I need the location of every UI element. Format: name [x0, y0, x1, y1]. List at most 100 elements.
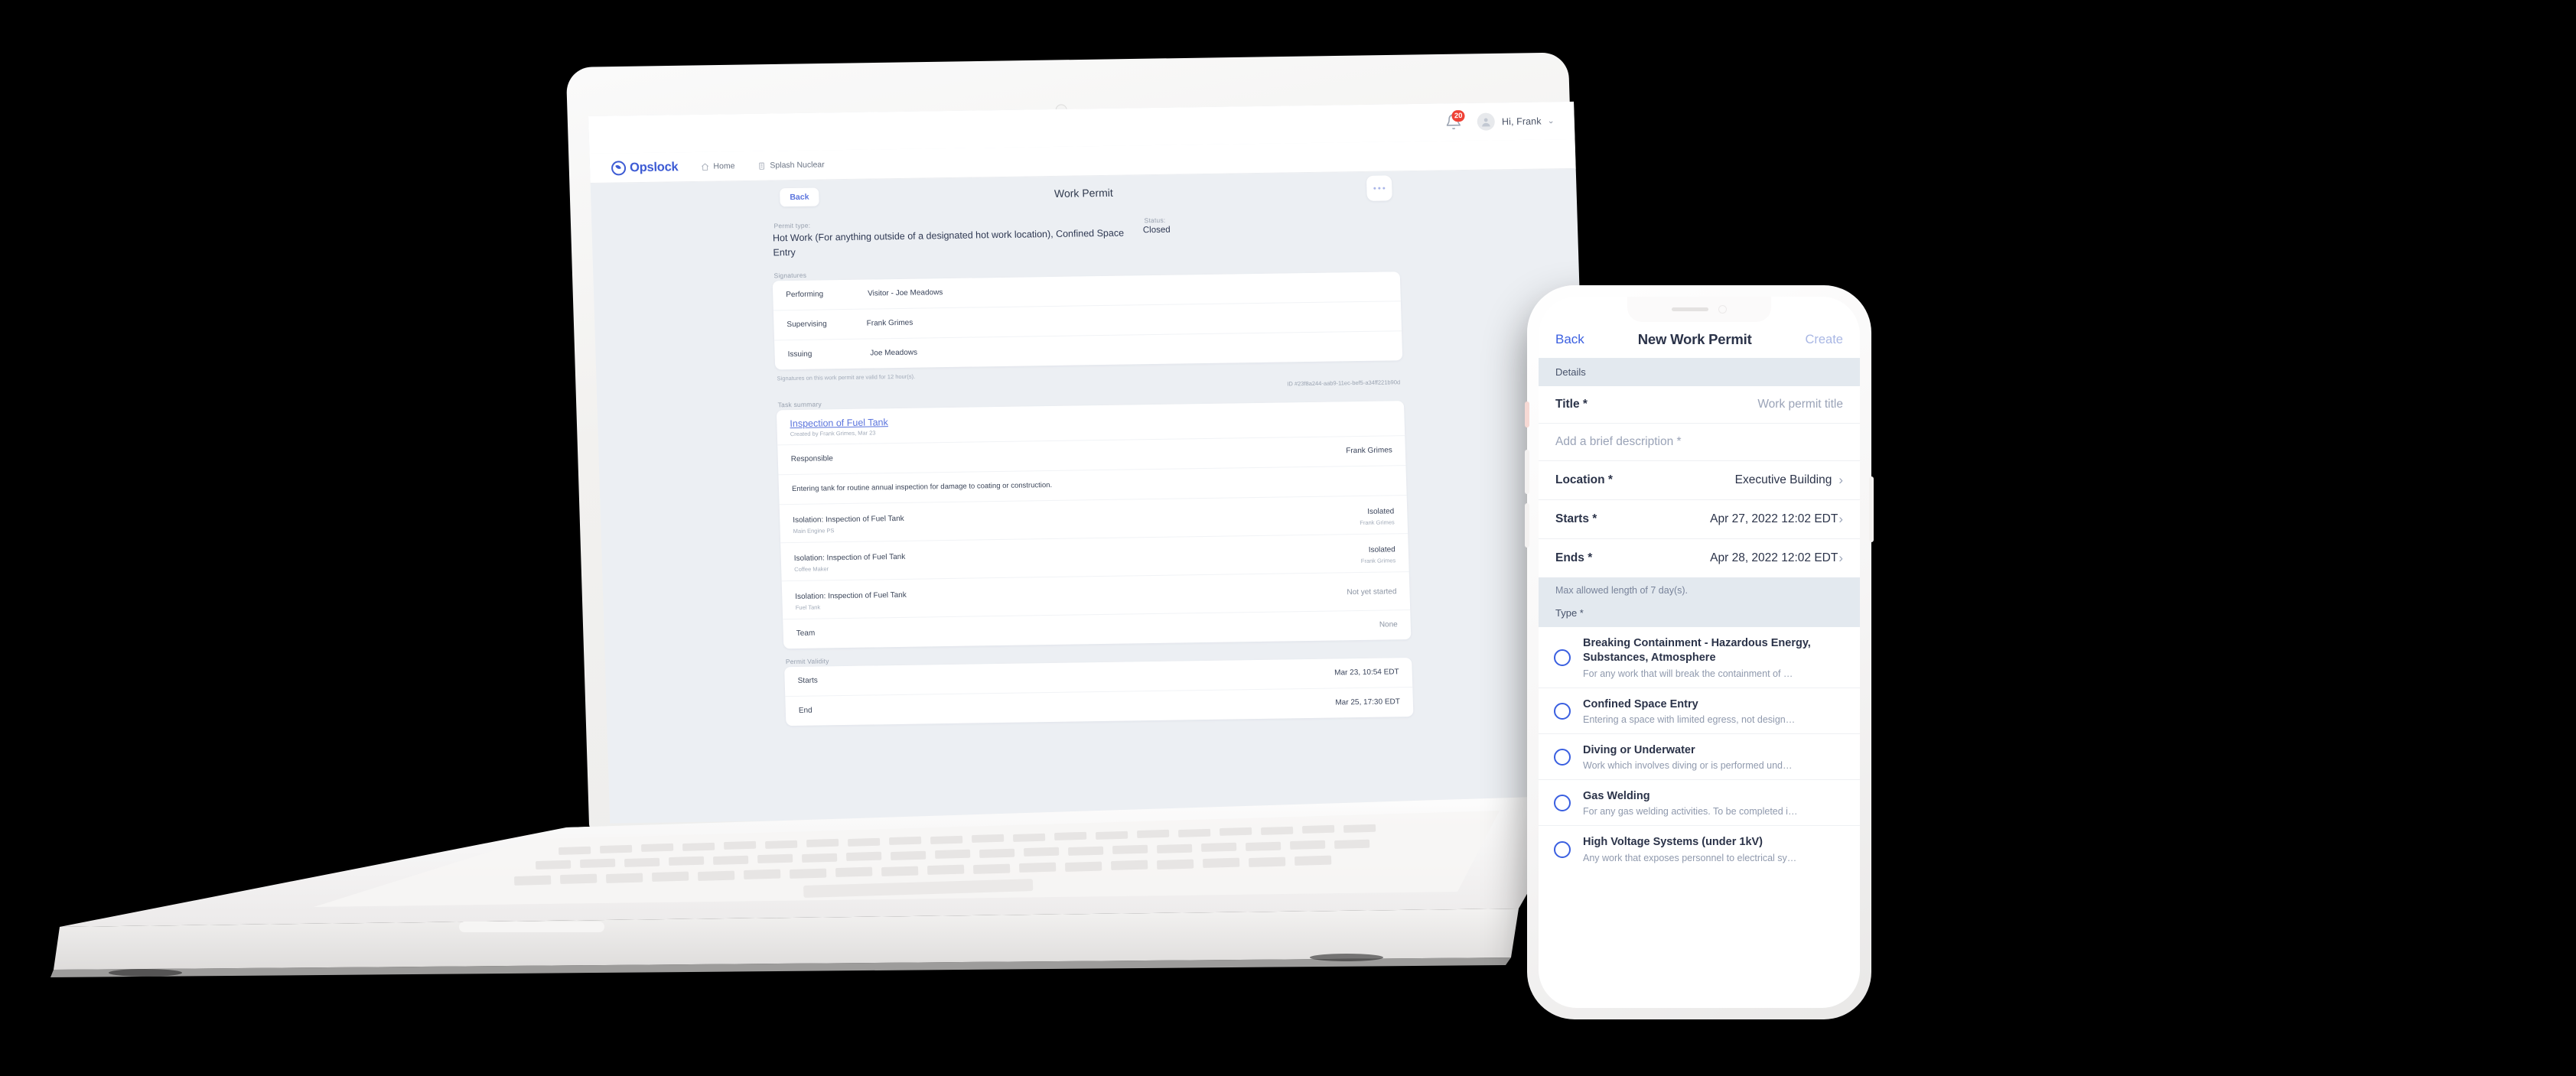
volume-down-button[interactable]	[1525, 503, 1529, 548]
nav-item-splash-nuclear-label: Splash Nuclear	[770, 160, 825, 171]
opslock-logo[interactable]: Opslock	[611, 159, 679, 176]
field-starts-label: Starts *	[1555, 512, 1597, 525]
laptop-device: 20 Hi, Frank ⌄ Opslock Home Splash Nucle…	[0, 0, 1607, 1009]
type-option-breaking-containment[interactable]: Breaking Containment - Hazardous Energy,…	[1539, 627, 1860, 688]
type-option-list: Breaking Containment - Hazardous Energy,…	[1539, 627, 1860, 872]
details-section-header: Details	[1539, 358, 1860, 386]
chevron-down-icon[interactable]: ⌄	[1547, 115, 1555, 125]
home-icon	[701, 162, 709, 171]
isolation-title: Isolation: Inspection of Fuel Tank	[793, 552, 906, 563]
isolation-by: Frank Grimes	[1360, 518, 1395, 526]
type-option-confined-space-entry[interactable]: Confined Space Entry Entering a space wi…	[1539, 688, 1860, 734]
team-value: None	[1379, 620, 1398, 629]
max-length-note-block: Max allowed length of 7 day(s).	[1539, 577, 1860, 604]
nav-item-home[interactable]: Home	[701, 161, 735, 171]
isolation-status: Not yet started	[1347, 587, 1397, 597]
phone-page-title: New Work Permit	[1637, 331, 1752, 347]
notifications-button[interactable]: 20	[1445, 109, 1465, 132]
speaker-icon	[1672, 307, 1708, 311]
avatar[interactable]	[1477, 112, 1496, 131]
power-button[interactable]	[1869, 476, 1874, 542]
type-option-diving-or-underwater[interactable]: Diving or Underwater Work which involves…	[1539, 734, 1860, 781]
field-location-value: Executive Building	[1734, 473, 1832, 486]
type-option-label: Diving or Underwater	[1583, 743, 1695, 756]
permit-type-value: Hot Work (For anything outside of a desi…	[772, 227, 1125, 258]
type-option-high-voltage-systems[interactable]: High Voltage Systems (under 1kV) Any wor…	[1539, 826, 1860, 871]
validity-start-label: Starts	[797, 676, 818, 686]
permit-status-label: Status:	[1144, 216, 1166, 225]
chevron-right-icon: ›	[1838, 473, 1843, 487]
type-option-desc: Any work that exposes personnel to elect…	[1583, 852, 1797, 863]
responsible-value: Frank Grimes	[1346, 446, 1393, 456]
signatures-card: Performing Visitor - Joe Meadows Supervi…	[772, 271, 1403, 370]
isolation-asset: Fuel Tank	[795, 603, 821, 611]
phone-device: Back New Work Permit Create Details Titl…	[1525, 285, 1874, 1019]
type-option-label: Gas Welding	[1583, 790, 1650, 803]
signature-name: Joe Meadows	[870, 348, 918, 358]
chevron-right-icon: ›	[1838, 512, 1843, 526]
field-location-label: Location *	[1555, 473, 1613, 486]
building-icon	[757, 161, 766, 170]
radio-icon[interactable]	[1554, 840, 1571, 858]
type-option-label: High Voltage Systems (under 1kV)	[1583, 836, 1763, 849]
opslock-mark-icon	[611, 160, 627, 176]
chevron-right-icon: ›	[1838, 551, 1843, 565]
radio-icon[interactable]	[1554, 702, 1571, 720]
overflow-menu-button[interactable]	[1366, 175, 1392, 201]
field-title-label: Title *	[1555, 398, 1588, 411]
field-description[interactable]: Add a brief description *	[1539, 424, 1860, 461]
field-title-input[interactable]: Work permit title	[1757, 398, 1843, 411]
volume-up-button[interactable]	[1525, 450, 1529, 494]
type-option-desc: Entering a space with limited egress, no…	[1583, 714, 1796, 725]
page-title: Work Permit	[1054, 186, 1113, 200]
signature-name: Frank Grimes	[866, 318, 913, 328]
validity-start-value: Mar 23, 10:54 EDT	[1334, 668, 1399, 678]
permit-type-field: Permit type: Hot Work (For anything outs…	[772, 216, 1141, 261]
permit-type-block: Permit type: Hot Work (For anything outs…	[770, 208, 1399, 271]
signature-role: Issuing	[787, 349, 813, 359]
isolation-title: Isolation: Inspection of Fuel Tank	[793, 514, 904, 525]
status-badge: Closed	[1142, 225, 1171, 236]
phone-back-button[interactable]: Back	[1555, 332, 1584, 347]
type-option-desc: For any work that will break the contain…	[1583, 668, 1793, 679]
signature-role: Performing	[786, 290, 824, 300]
phone-notch	[1627, 297, 1771, 322]
radio-icon[interactable]	[1554, 649, 1571, 666]
type-option-label: Confined Space Entry	[1583, 697, 1698, 710]
dot-icon	[1373, 187, 1376, 190]
type-option-desc: For any gas welding activities. To be co…	[1583, 806, 1798, 818]
signature-role: Supervising	[786, 320, 827, 330]
dot-icon	[1382, 187, 1386, 190]
brand-label: Opslock	[629, 159, 679, 174]
team-label: Team	[796, 629, 816, 639]
permit-content: Permit type: Hot Work (For anything outs…	[770, 208, 1414, 726]
screenshot-canvas: 20 Hi, Frank ⌄ Opslock Home Splash Nucle…	[0, 0, 2576, 1076]
laptop-page-body: Back Work Permit Permit type: Hot Work (…	[591, 169, 1594, 752]
isolation-asset: Main Engine PS	[793, 526, 835, 535]
details-field-list: Title * Work permit title Add a brief de…	[1539, 386, 1860, 577]
field-location[interactable]: Location * Executive Building ›	[1539, 461, 1860, 500]
permit-validity-card: Starts Mar 23, 10:54 EDT End Mar 25, 17:…	[784, 657, 1414, 726]
type-option-gas-welding[interactable]: Gas Welding For any gas welding activiti…	[1539, 780, 1860, 827]
field-starts[interactable]: Starts * Apr 27, 2022 12:02 EDT ›	[1539, 500, 1860, 539]
nav-item-home-label: Home	[713, 161, 735, 171]
notification-badge: 20	[1451, 109, 1465, 122]
mute-switch[interactable]	[1525, 401, 1529, 427]
field-title[interactable]: Title * Work permit title	[1539, 386, 1860, 424]
radio-icon[interactable]	[1554, 795, 1571, 812]
type-option-desc: Work which involves diving or is perform…	[1583, 760, 1793, 772]
isolation-status: Isolated	[1368, 545, 1395, 554]
signature-name: Visitor - Joe Meadows	[868, 288, 943, 298]
field-ends[interactable]: Ends * Apr 28, 2022 12:02 EDT ›	[1539, 539, 1860, 577]
isolation-status: Isolated	[1367, 507, 1395, 516]
dot-icon	[1378, 187, 1381, 190]
isolation-asset: Coffee Maker	[794, 565, 829, 573]
front-camera-icon	[1718, 305, 1727, 314]
user-greeting[interactable]: Hi, Frank	[1502, 115, 1542, 127]
isolation-by: Frank Grimes	[1360, 557, 1396, 564]
responsible-label: Responsible	[790, 454, 834, 464]
create-button[interactable]: Create	[1805, 333, 1843, 347]
nav-item-splash-nuclear[interactable]: Splash Nuclear	[757, 160, 825, 170]
radio-icon[interactable]	[1554, 748, 1571, 766]
laptop-screen: 20 Hi, Frank ⌄ Opslock Home Splash Nucle…	[588, 101, 1596, 824]
